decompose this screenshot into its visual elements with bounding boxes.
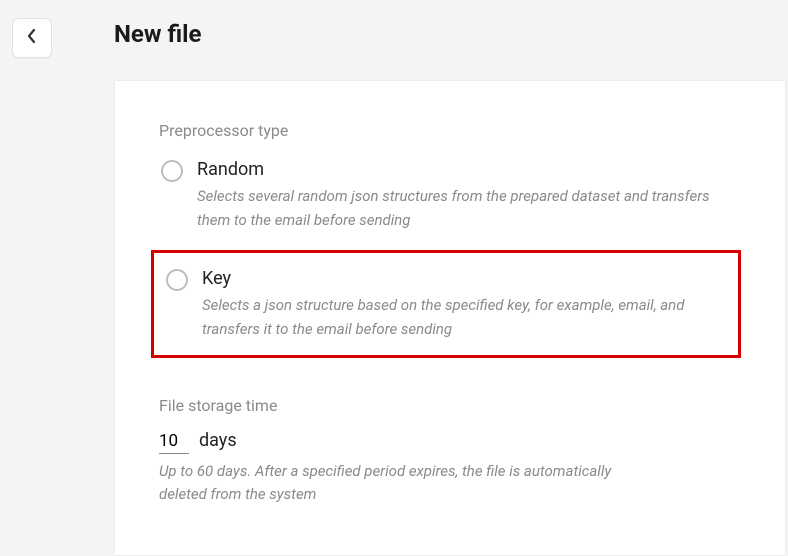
preprocessor-option-random[interactable]: Random Selects several random json struc… [159,154,741,242]
form-card: Preprocessor type Random Selects several… [114,80,786,556]
storage-row: days [159,429,741,454]
radio-icon [166,269,188,291]
back-button[interactable] [12,18,52,58]
storage-days-input[interactable] [159,429,189,454]
option-label: Key [202,267,726,290]
page-title: New file [114,20,201,48]
storage-section: File storage time days Up to 60 days. Af… [159,396,741,507]
option-description: Selects several random json structures f… [197,185,739,232]
option-text: Random Selects several random json struc… [197,158,739,232]
highlighted-option-box: Key Selects a json structure based on th… [151,250,741,358]
storage-help-text: Up to 60 days. After a specified period … [159,460,639,507]
preprocessor-type-label: Preprocessor type [159,121,741,140]
option-label: Random [197,158,739,181]
preprocessor-option-key[interactable]: Key Selects a json structure based on th… [164,263,728,341]
storage-unit-label: days [199,430,237,451]
radio-icon [161,160,183,182]
storage-time-label: File storage time [159,396,741,415]
option-description: Selects a json structure based on the sp… [202,294,726,341]
chevron-left-icon [27,28,37,48]
option-text: Key Selects a json structure based on th… [202,267,726,341]
